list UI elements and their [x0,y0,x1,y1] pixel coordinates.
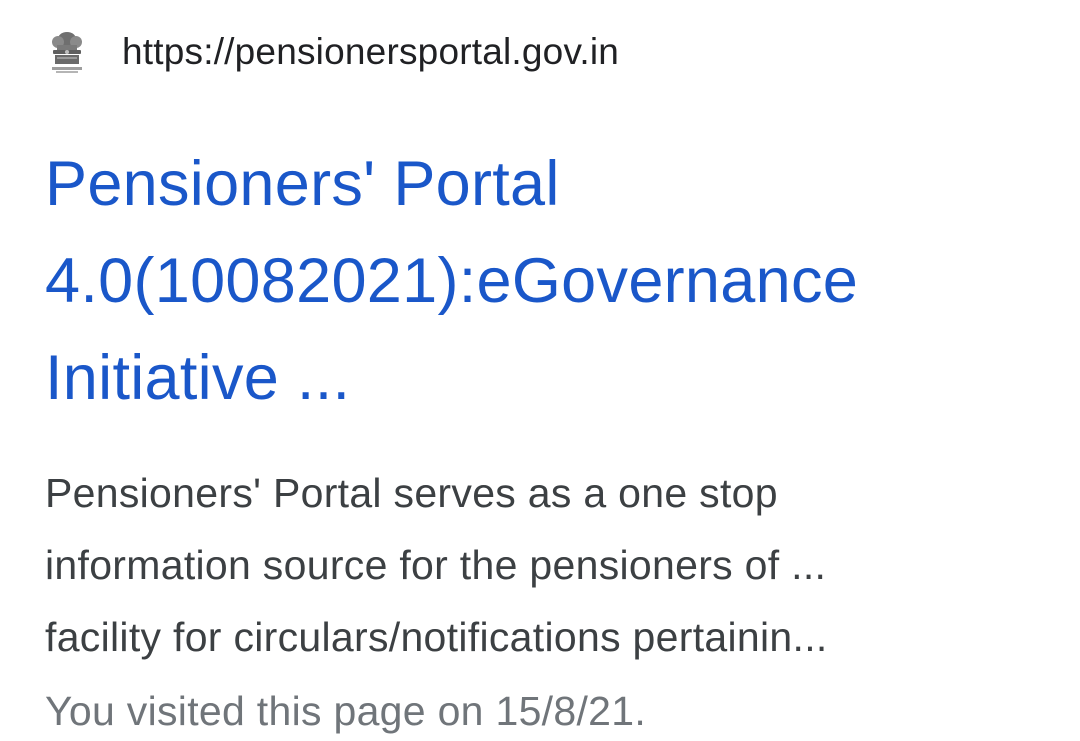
snippet-line: facility for circulars/notifications per… [45,614,828,660]
visited-note: You visited this page on 15/8/21. [45,688,647,734]
result-title-line[interactable]: Pensioners' Portal [45,136,1055,233]
result-title-line[interactable]: 4.0(10082021):eGovernance [45,233,1055,330]
result-snippet: Pensioners' Portal serves as a one stop … [45,457,1055,673]
result-title-line[interactable]: Initiative ... [45,330,1055,427]
search-result: https://pensionersportal.gov.in Pensione… [45,20,1055,741]
snippet-line: information source for the pensioners of… [45,542,827,588]
result-url[interactable]: https://pensionersportal.gov.in [122,31,619,73]
government-emblem-icon [45,28,89,76]
result-source-row[interactable]: https://pensionersportal.gov.in [45,20,1055,84]
snippet-line: Pensioners' Portal serves as a one stop [45,470,778,516]
result-title-link[interactable]: Pensioners' Portal 4.0(10082021):eGovern… [45,136,1055,427]
